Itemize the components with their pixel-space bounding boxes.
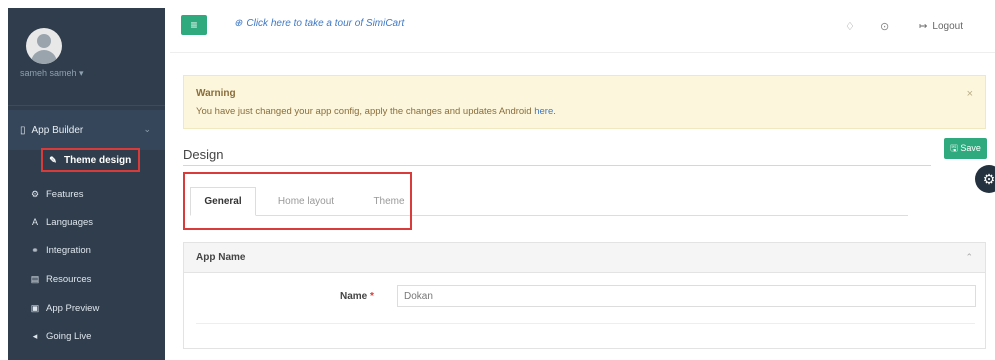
sidebar: sameh sameh ▾ ▯ App Builder ⌄ ✎ Theme de… [8,8,165,360]
sidebar-item-label: App Builder [31,124,84,136]
sidebar-item-label: Languages [46,216,94,228]
tour-link[interactable]: ⊕ Click here to take a tour of SimiCart [234,18,404,29]
sidebar-divider [8,105,165,106]
page-title: Design [183,147,224,162]
sidebar-item-label: App Preview [46,302,100,314]
avatar-body [31,50,57,64]
resources-icon: ▤ [30,273,40,284]
warning-alert: Warning You have just changed your app c… [183,75,986,129]
translate-icon: A [31,217,38,227]
menu-toggle-button[interactable]: ≡ [181,15,207,35]
username-dropdown[interactable]: sameh sameh ▾ [20,68,84,79]
sidebar-item-languages[interactable]: A Languages [30,212,93,232]
panel-divider [196,323,975,324]
pencil-icon: ✎ [49,154,57,165]
sidebar-item-app-builder[interactable]: ▯ App Builder ⌄ [8,110,165,150]
broadcast-icon: ◂ [32,330,38,341]
globe-icon: ⊕ [234,18,243,29]
chevron-down-icon: ⌄ [143,124,151,134]
save-icon: 🖫 [950,143,958,153]
tabs-highlight-box [183,172,412,230]
design-divider [183,165,931,166]
avatar[interactable] [26,28,62,64]
integration-icon: ⚭ [31,244,39,255]
mobile-icon: ▯ [20,124,26,136]
sidebar-item-label: Resources [46,273,92,285]
sidebar-item-label: Theme design [64,154,132,166]
logout-button[interactable]: ↦ Logout [919,21,963,32]
sidebar-item-features[interactable]: ⚙ Features [30,184,84,204]
panel-header[interactable]: App Name ⌃ [184,243,985,273]
chevron-up-icon[interactable]: ⌃ [965,252,973,263]
sidebar-item-going-live[interactable]: ◂ Going Live [30,326,92,346]
sidebar-item-resources[interactable]: ▤ Resources [30,269,92,289]
app-name-input[interactable] [397,285,976,307]
warning-here-link[interactable]: here [534,106,553,117]
warning-message: You have just changed your app config, a… [196,106,556,117]
logout-icon: ↦ [919,21,928,32]
topbar-divider [170,52,995,53]
settings-icon: ⚙ [30,188,40,199]
sidebar-item-app-preview[interactable]: ▣ App Preview [30,298,100,318]
save-button[interactable]: 🖫 Save [944,138,987,159]
sidebar-item-theme-design[interactable]: ✎ Theme design [41,148,140,172]
warning-period: . [553,106,556,117]
logout-label: Logout [932,21,963,32]
close-icon[interactable]: × [967,88,973,100]
warning-title: Warning [196,88,236,99]
bell-icon[interactable]: ♢ [845,20,855,33]
required-mark: * [370,291,374,302]
sidebar-item-label: Going Live [46,330,92,342]
panel-title: App Name [196,252,246,263]
save-label: Save [960,143,981,153]
name-field-label: Name * [340,291,374,302]
gear-icon[interactable]: ⚙ [975,165,995,193]
warning-message-text: You have just changed your app config, a… [196,106,532,117]
name-label-text: Name [340,291,368,302]
app-name-panel: App Name ⌃ Name * [183,242,986,349]
sidebar-item-label: Integration [46,244,91,256]
sidebar-item-integration[interactable]: ⚭ Integration [30,240,91,260]
preview-icon: ▣ [30,302,40,313]
tour-link-text: Click here to take a tour of SimiCart [246,18,405,29]
settings-icon[interactable]: ⊙ [880,20,889,33]
avatar-head [37,34,51,48]
sidebar-item-label: Features [46,188,84,200]
